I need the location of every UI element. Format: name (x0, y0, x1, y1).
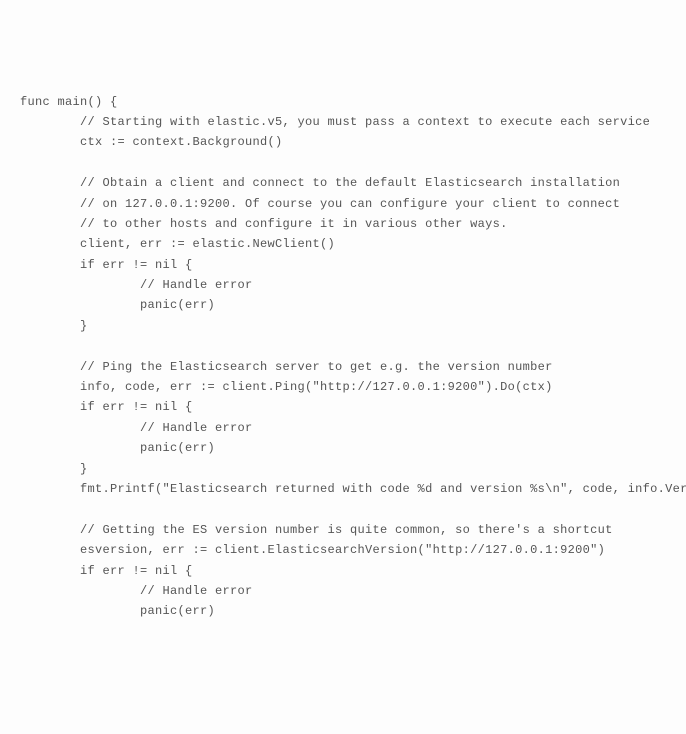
code-line: esversion, err := client.ElasticsearchVe… (20, 543, 605, 557)
code-line: // Handle error (20, 584, 253, 598)
code-line: // Obtain a client and connect to the de… (20, 176, 620, 190)
code-line: panic(err) (20, 604, 215, 618)
code-line: // Starting with elastic.v5, you must pa… (20, 115, 650, 129)
code-line: // to other hosts and configure it in va… (20, 217, 508, 231)
code-line: } (20, 462, 88, 476)
code-line: if err != nil { (20, 564, 193, 578)
code-line: // on 127.0.0.1:9200. Of course you can … (20, 197, 620, 211)
code-line: // Handle error (20, 421, 253, 435)
code-line: panic(err) (20, 298, 215, 312)
code-line: } (20, 319, 88, 333)
code-block: func main() { // Starting with elastic.v… (20, 92, 666, 622)
code-line: info, code, err := client.Ping("http://1… (20, 380, 553, 394)
code-line: panic(err) (20, 441, 215, 455)
code-line: // Ping the Elasticsearch server to get … (20, 360, 553, 374)
code-line: if err != nil { (20, 258, 193, 272)
code-line: if err != nil { (20, 400, 193, 414)
code-line: fmt.Printf("Elasticsearch returned with … (20, 482, 686, 496)
code-line: ctx := context.Background() (20, 135, 283, 149)
code-line: client, err := elastic.NewClient() (20, 237, 335, 251)
code-line: // Getting the ES version number is quit… (20, 523, 613, 537)
code-line: // Handle error (20, 278, 253, 292)
code-line: func main() { (20, 95, 118, 109)
